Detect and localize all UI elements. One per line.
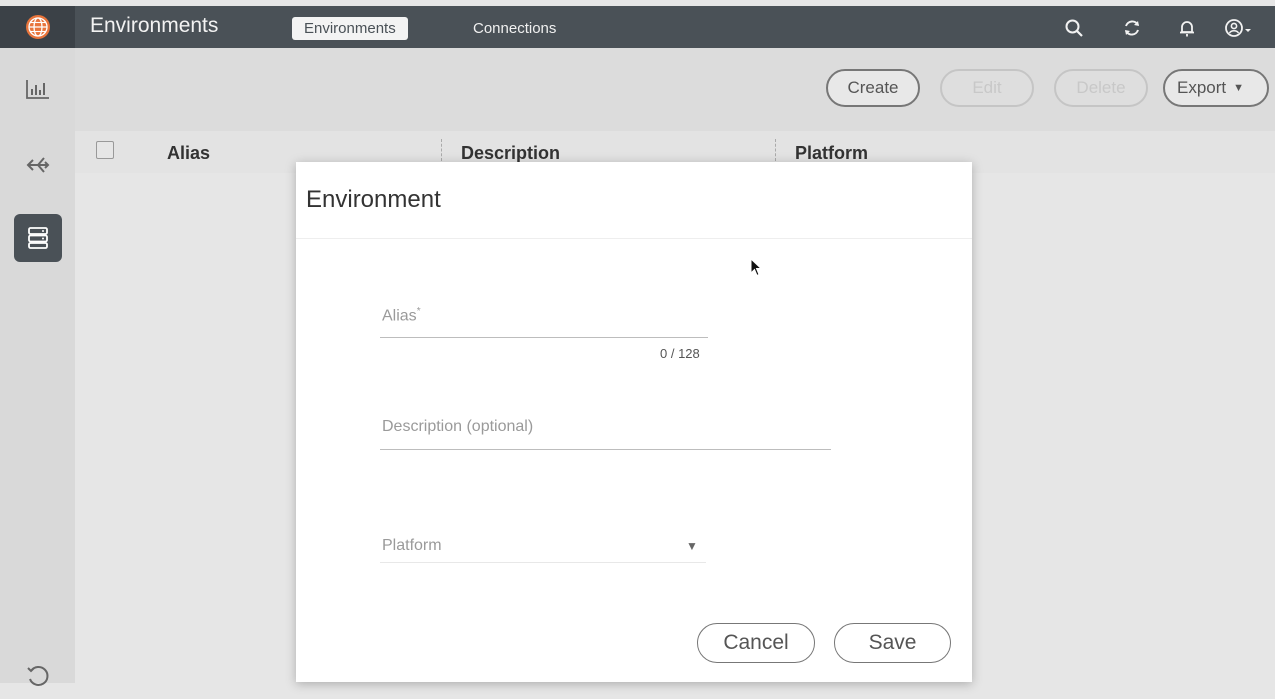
column-platform[interactable]: Platform [795, 143, 868, 164]
dialog-divider [296, 238, 972, 239]
search-icon[interactable] [1062, 16, 1086, 40]
column-description[interactable]: Description [461, 143, 560, 164]
refresh-icon[interactable] [1120, 16, 1144, 40]
export-label: Export [1177, 78, 1227, 97]
description-underline [380, 449, 831, 450]
column-divider [775, 139, 776, 161]
export-button[interactable]: Export ▼ [1163, 69, 1269, 107]
page-title: Environments [90, 14, 219, 37]
environment-dialog: Environment Alias* 0 / 128 Description (… [296, 162, 972, 682]
column-divider [441, 139, 442, 161]
tab-connections[interactable]: Connections [461, 17, 568, 40]
alias-counter: 0 / 128 [660, 346, 700, 361]
user-icon[interactable] [1222, 16, 1256, 40]
delete-button[interactable]: Delete [1054, 69, 1148, 107]
globe-icon [25, 15, 50, 39]
bell-icon[interactable] [1175, 16, 1199, 40]
description-field[interactable]: Description (optional) [382, 418, 533, 436]
create-button[interactable]: Create [826, 69, 920, 107]
column-alias[interactable]: Alias [167, 143, 210, 164]
alias-label: Alias [382, 307, 417, 325]
left-rail [0, 48, 75, 686]
alias-field[interactable]: Alias* [382, 306, 421, 325]
server-icon[interactable] [14, 214, 62, 262]
save-button[interactable]: Save [834, 623, 951, 663]
caret-down-icon: ▼ [1233, 82, 1245, 94]
required-marker: * [416, 306, 421, 317]
platform-select[interactable]: Platform [382, 537, 442, 555]
chart-icon[interactable] [14, 65, 62, 113]
topology-icon[interactable] [14, 141, 62, 189]
toolbar: Create Edit Delete Export ▼ [75, 48, 1275, 131]
top-bar: Environments Environments Connections [0, 6, 1275, 48]
chevron-down-icon[interactable]: ▼ [686, 539, 698, 553]
history-icon[interactable] [14, 651, 62, 699]
platform-underline [380, 562, 706, 563]
dialog-title: Environment [306, 186, 441, 213]
edit-button[interactable]: Edit [940, 69, 1034, 107]
mouse-cursor-icon [750, 257, 764, 283]
select-all-checkbox[interactable] [96, 141, 114, 159]
app-logo[interactable] [0, 6, 75, 48]
tab-environments[interactable]: Environments [292, 17, 408, 40]
cancel-button[interactable]: Cancel [697, 623, 815, 663]
alias-underline [380, 337, 708, 338]
